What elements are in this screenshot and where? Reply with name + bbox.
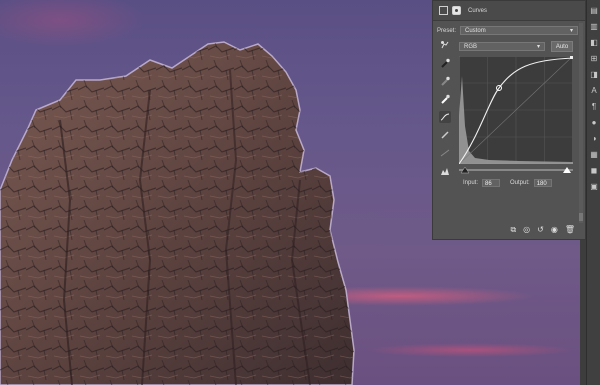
channel-row: RGB ▾ Auto xyxy=(459,41,573,52)
curves-tools xyxy=(439,39,451,177)
input-label: Input: xyxy=(463,180,479,186)
toolbar-icon[interactable]: ◨ xyxy=(587,68,600,80)
input-slider[interactable] xyxy=(459,165,573,175)
chevron-down-icon: ▾ xyxy=(570,28,574,34)
delete-icon[interactable]: 🗑 xyxy=(565,225,575,235)
white-point-eyedropper-icon[interactable] xyxy=(439,93,451,105)
channel-value: RGB xyxy=(464,43,478,50)
view-previous-icon[interactable]: ◎ xyxy=(523,225,530,235)
input-field[interactable]: 86 xyxy=(482,179,501,187)
reset-icon[interactable]: ↺ xyxy=(537,225,544,235)
gray-point-eyedropper-icon[interactable] xyxy=(439,75,451,87)
curve-points-icon[interactable] xyxy=(439,111,451,123)
output-label: Output: xyxy=(510,180,530,186)
auto-button[interactable]: Auto xyxy=(551,41,573,52)
toolbar-icon[interactable]: ▤ xyxy=(587,4,600,16)
toolbar-icon[interactable]: ● xyxy=(587,116,600,128)
channel-select[interactable]: RGB ▾ xyxy=(459,42,545,51)
toolbar-icon[interactable]: ▦ xyxy=(587,148,600,160)
target-adjust-icon[interactable] xyxy=(439,39,451,51)
clipping-warning-icon[interactable] xyxy=(439,165,451,177)
panel-footer: ⧉ ◎ ↺ ◉ 🗑 xyxy=(510,225,575,235)
preset-select[interactable]: Custom ▾ xyxy=(460,26,579,35)
smooth-icon[interactable] xyxy=(439,147,451,159)
toolbar-icon[interactable]: ⊞ xyxy=(587,52,600,64)
toolbar-icon[interactable]: ◑ xyxy=(587,132,600,144)
curve-endpoint xyxy=(570,56,573,59)
chevron-down-icon: ▾ xyxy=(536,44,540,50)
panel-header: Curves xyxy=(433,1,585,21)
visibility-eye-icon[interactable]: ◉ xyxy=(551,225,558,235)
toolbar-icon[interactable]: ◼ xyxy=(587,164,600,176)
panel-scrollbar[interactable] xyxy=(579,23,583,223)
curves-adjustment-icon xyxy=(439,6,448,15)
right-toolbar: ▤ ▥ ◧ ⊞ ◨ A ¶ ● ◑ ▦ ◼ ▣ xyxy=(586,0,600,385)
toolbar-icon[interactable]: ▥ xyxy=(587,20,600,32)
text-icon[interactable]: A xyxy=(587,84,600,96)
pencil-icon[interactable] xyxy=(439,129,451,141)
clip-to-layer-icon[interactable]: ⧉ xyxy=(510,225,516,235)
preset-label: Preset: xyxy=(437,27,457,34)
preset-row: Preset: Custom ▾ xyxy=(437,26,579,35)
black-point-eyedropper-icon[interactable] xyxy=(439,57,451,69)
properties-panel: Curves Preset: Custom ▾ RGB ▾ Auto Input… xyxy=(432,0,586,240)
curves-graph[interactable] xyxy=(459,56,573,164)
preset-value: Custom xyxy=(465,27,486,34)
toolbar-icon[interactable]: ◧ xyxy=(587,36,600,48)
panel-title: Curves xyxy=(468,7,488,14)
toolbar-icon[interactable]: ▣ xyxy=(587,180,600,192)
toolbar-icon[interactable]: ¶ xyxy=(587,100,600,112)
input-output-row: Input: 86 Output: 180 xyxy=(463,179,552,187)
layer-mask-icon[interactable] xyxy=(452,6,461,15)
output-field[interactable]: 180 xyxy=(533,179,552,187)
